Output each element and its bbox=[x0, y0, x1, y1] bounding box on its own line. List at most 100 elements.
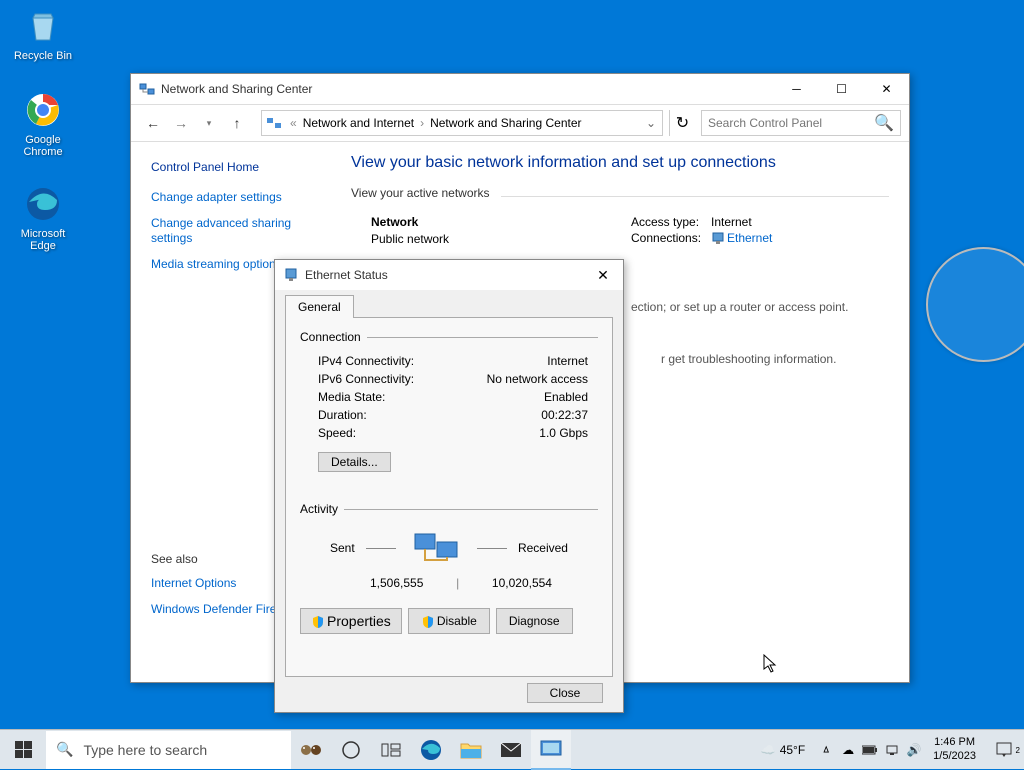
connections-label: Connections: bbox=[631, 231, 711, 248]
ethernet-icon bbox=[283, 267, 299, 283]
received-value: 10,020,554 bbox=[492, 576, 552, 590]
taskbar: 🔍 Type here to search ☁️ 45°F ㅿ ☁ 🔊 1:46… bbox=[0, 729, 1024, 769]
activity-group-label: Activity bbox=[300, 502, 338, 516]
search-icon[interactable]: 🔍 bbox=[874, 113, 894, 133]
partial-text: r get troubleshooting information. bbox=[661, 352, 889, 366]
disable-button[interactable]: Disable bbox=[408, 608, 490, 634]
sent-value: 1,506,555 bbox=[370, 576, 423, 590]
duration-label: Duration: bbox=[318, 408, 367, 422]
refresh-button[interactable]: ↻ bbox=[669, 110, 695, 136]
recycle-bin-icon bbox=[23, 6, 63, 46]
forward-button[interactable]: → bbox=[169, 111, 193, 135]
breadcrumb[interactable]: « Network and Internet › Network and Sha… bbox=[261, 110, 663, 136]
search-icon: 🔍 bbox=[56, 741, 73, 758]
time: 1:46 PM bbox=[933, 736, 976, 749]
access-type-label: Access type: bbox=[631, 215, 711, 229]
chrome-icon bbox=[23, 90, 63, 130]
speed-value: 1.0 Gbps bbox=[539, 426, 588, 440]
properties-button[interactable]: Properties bbox=[300, 608, 402, 634]
taskbar-widget-icon[interactable] bbox=[291, 730, 331, 770]
diagnose-button[interactable]: Diagnose bbox=[496, 608, 573, 634]
edge-taskbar-icon[interactable] bbox=[411, 730, 451, 770]
details-button[interactable]: Details... bbox=[318, 452, 391, 472]
chevron-icon: « bbox=[286, 116, 301, 130]
duration-value: 00:22:37 bbox=[541, 408, 588, 422]
weather-temp: 45°F bbox=[780, 743, 805, 757]
desktop-icon-chrome[interactable]: Google Chrome bbox=[8, 90, 78, 158]
start-button[interactable] bbox=[0, 730, 46, 770]
cortana-icon[interactable] bbox=[331, 730, 371, 770]
volume-icon[interactable]: 🔊 bbox=[903, 743, 925, 757]
dialog-title: Ethernet Status bbox=[305, 268, 583, 282]
weather-icon: ☁️ bbox=[761, 743, 776, 757]
file-explorer-icon[interactable] bbox=[451, 730, 491, 770]
tray-expand-icon[interactable]: ㅿ bbox=[815, 741, 837, 758]
search-box[interactable]: 🔍 bbox=[701, 110, 901, 136]
tab-general[interactable]: General bbox=[285, 295, 354, 318]
window-title: Network and Sharing Center bbox=[161, 82, 774, 96]
maximize-button[interactable]: ☐ bbox=[819, 75, 864, 103]
control-panel-home-link[interactable]: Control Panel Home bbox=[151, 160, 331, 174]
mail-icon[interactable] bbox=[491, 730, 531, 770]
desktop-icon-label: Microsoft Edge bbox=[8, 228, 78, 252]
battery-icon[interactable] bbox=[859, 745, 881, 755]
back-button[interactable]: ← bbox=[141, 111, 165, 135]
desktop-icon-label: Google Chrome bbox=[8, 134, 78, 158]
close-button[interactable]: ✕ bbox=[583, 261, 623, 289]
media-state-label: Media State: bbox=[318, 390, 385, 404]
media-state-value: Enabled bbox=[544, 390, 588, 404]
close-button[interactable]: ✕ bbox=[864, 75, 909, 103]
received-label: Received bbox=[518, 541, 568, 555]
weather-widget[interactable]: ☁️ 45°F bbox=[751, 743, 815, 757]
highlight-circle-icon bbox=[926, 247, 1024, 362]
sent-label: Sent bbox=[330, 541, 355, 555]
minimize-button[interactable]: ─ bbox=[774, 75, 819, 103]
search-placeholder: Type here to search bbox=[83, 742, 207, 758]
speed-label: Speed: bbox=[318, 426, 356, 440]
dropdown-icon[interactable]: ⌄ bbox=[644, 116, 658, 130]
nav-toolbar: ← → ▾ ↑ « Network and Internet › Network… bbox=[131, 104, 909, 142]
network-center-icon bbox=[139, 81, 155, 97]
recent-dropdown-icon[interactable]: ▾ bbox=[197, 111, 221, 135]
page-heading: View your basic network information and … bbox=[351, 154, 889, 172]
network-name: Network bbox=[371, 215, 631, 229]
partial-text: ection; or set up a router or access poi… bbox=[631, 300, 889, 314]
ethernet-link[interactable]: Ethernet bbox=[727, 231, 772, 248]
connection-group-label: Connection bbox=[300, 330, 361, 344]
activity-icon bbox=[406, 530, 466, 566]
ipv4-value: Internet bbox=[547, 354, 588, 368]
desktop-icon-label: Recycle Bin bbox=[8, 50, 78, 62]
task-view-icon[interactable] bbox=[371, 730, 411, 770]
date: 1/5/2023 bbox=[933, 750, 976, 763]
breadcrumb-segment[interactable]: Network and Sharing Center bbox=[428, 116, 583, 130]
search-input[interactable] bbox=[708, 116, 874, 130]
ethernet-icon bbox=[711, 231, 725, 248]
access-type-value: Internet bbox=[711, 215, 752, 229]
onedrive-icon[interactable]: ☁ bbox=[837, 743, 859, 757]
ethernet-status-dialog: Ethernet Status ✕ General Connection IPv… bbox=[274, 259, 624, 713]
close-dialog-button[interactable]: Close bbox=[527, 683, 603, 703]
up-button[interactable]: ↑ bbox=[225, 111, 249, 135]
clock[interactable]: 1:46 PM 1/5/2023 bbox=[925, 736, 984, 762]
sidebar-link-sharing[interactable]: Change advanced sharing settings bbox=[151, 216, 331, 247]
active-networks-label: View your active networks bbox=[351, 186, 889, 200]
ipv6-value: No network access bbox=[487, 372, 588, 386]
desktop-icon-recycle-bin[interactable]: Recycle Bin bbox=[8, 6, 78, 62]
ipv4-label: IPv4 Connectivity: bbox=[318, 354, 414, 368]
notifications-icon[interactable]: 2 bbox=[984, 741, 1024, 759]
titlebar[interactable]: Network and Sharing Center ─ ☐ ✕ bbox=[131, 74, 909, 104]
control-panel-taskbar-icon[interactable] bbox=[531, 730, 571, 770]
ipv6-label: IPv6 Connectivity: bbox=[318, 372, 414, 386]
taskbar-search[interactable]: 🔍 Type here to search bbox=[46, 731, 291, 769]
breadcrumb-segment[interactable]: Network and Internet bbox=[301, 116, 416, 130]
sidebar-link-adapter[interactable]: Change adapter settings bbox=[151, 190, 331, 206]
network-type: Public network bbox=[371, 232, 631, 246]
titlebar[interactable]: Ethernet Status ✕ bbox=[275, 260, 623, 290]
network-tray-icon[interactable] bbox=[881, 743, 903, 757]
shield-icon bbox=[311, 615, 325, 629]
edge-icon bbox=[23, 184, 63, 224]
shield-icon bbox=[421, 615, 435, 629]
desktop-icon-edge[interactable]: Microsoft Edge bbox=[8, 184, 78, 252]
chevron-right-icon: › bbox=[416, 116, 428, 130]
network-center-icon bbox=[266, 115, 282, 131]
